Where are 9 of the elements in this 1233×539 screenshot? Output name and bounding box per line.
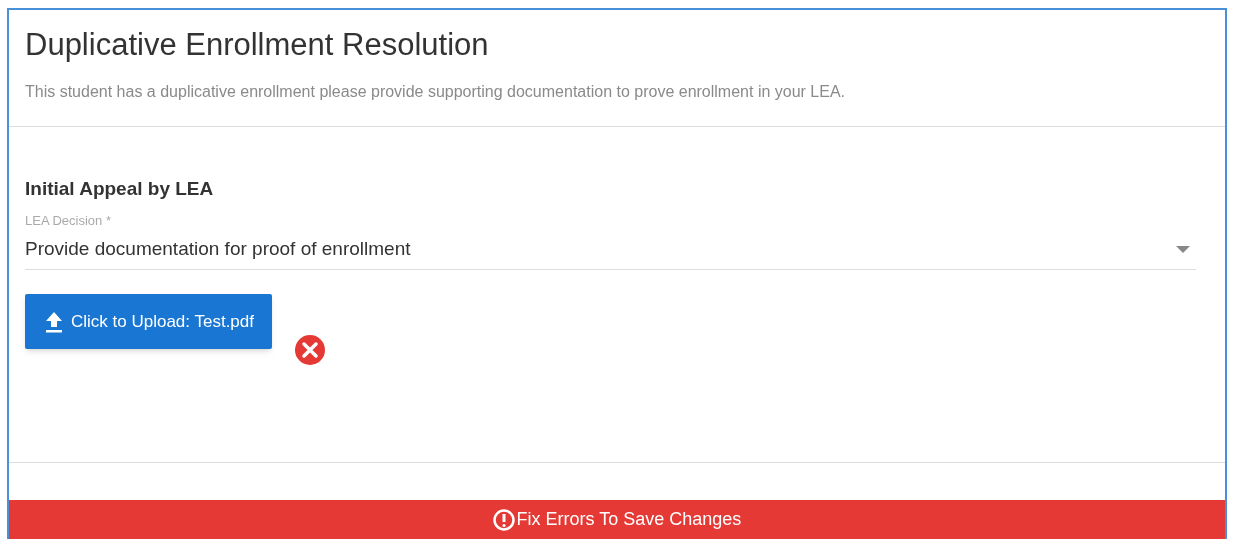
dropdown-caret-icon bbox=[1176, 245, 1190, 253]
banner-text: Fix Errors To Save Changes bbox=[516, 508, 742, 531]
upload-button[interactable]: Click to Upload: Test.pdf bbox=[25, 294, 272, 349]
decision-select[interactable]: LEA Decision * Provide documentation for proof of enrollment bbox=[25, 213, 1196, 270]
dialog-description: This student has a duplicative enrollment please provide supporting documentation to prove enrollment in your LEA. bbox=[25, 82, 847, 102]
alert-icon bbox=[492, 508, 515, 531]
dialog-title: Duplicative Enrollment Resolution bbox=[25, 26, 490, 64]
error-remove-icon[interactable] bbox=[293, 333, 327, 367]
section-heading: Initial Appeal by LEA bbox=[25, 177, 215, 201]
